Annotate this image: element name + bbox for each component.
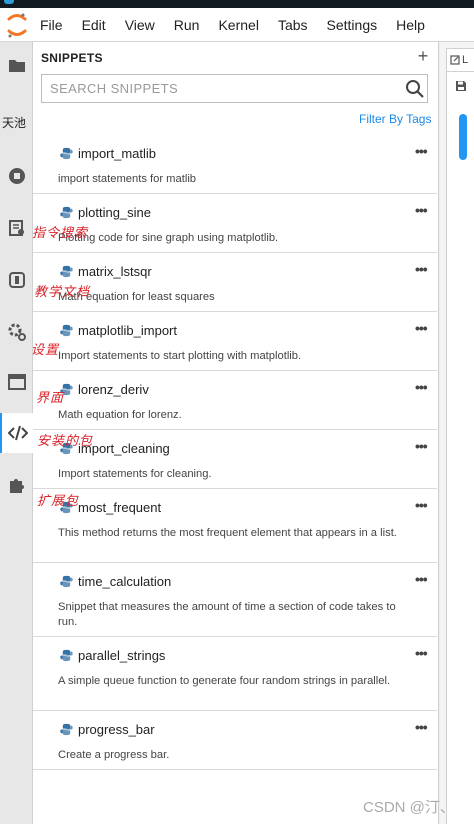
main-area: L <box>440 42 474 824</box>
menu-view[interactable]: View <box>125 17 155 33</box>
more-options-button[interactable]: ••• <box>415 320 428 336</box>
scrollbar-thumb[interactable] <box>459 114 467 160</box>
stop-circle-icon <box>8 168 25 184</box>
snippet-description: Math equation for lorenz. <box>58 409 182 421</box>
python-icon <box>60 147 73 160</box>
snippet-item[interactable]: time_calculation Snippet that measures t… <box>33 563 437 637</box>
menu-help[interactable]: Help <box>396 17 425 33</box>
folder-icon <box>8 60 25 72</box>
tianchi-label: 天池 <box>2 116 27 130</box>
watermark: CSDN @汀、 <box>363 799 455 816</box>
menu-settings[interactable]: Settings <box>327 17 378 33</box>
more-options-button[interactable]: ••• <box>415 719 428 735</box>
top-strip-accent <box>4 0 14 4</box>
window-icon <box>7 374 26 390</box>
command-palette-tab[interactable] <box>0 208 33 248</box>
more-options-button[interactable]: ••• <box>415 438 428 454</box>
snippet-description: Import statements for cleaning. <box>58 468 212 480</box>
docs-tab[interactable] <box>0 260 33 300</box>
snippet-name: progress_bar <box>78 722 155 737</box>
snippet-list: import_matlib import statements for matl… <box>33 135 437 770</box>
python-icon <box>60 324 73 337</box>
search-box <box>41 74 428 103</box>
snippet-item[interactable]: plotting_sine Plotting code for sine gra… <box>33 194 437 253</box>
palette-icon <box>8 220 24 236</box>
snippet-name: time_calculation <box>78 574 172 589</box>
activity-bar: 天池 <box>0 42 34 824</box>
annotation-settings: 设置 <box>31 343 60 358</box>
python-icon <box>60 649 73 662</box>
snippet-description: A simple queue function to generate four… <box>58 675 391 687</box>
more-options-button[interactable]: ••• <box>415 379 428 395</box>
snippet-name: import_matlib <box>78 146 157 161</box>
python-icon <box>60 723 73 736</box>
save-icon[interactable] <box>455 80 467 92</box>
annotation-extensions: 扩展包 <box>37 494 80 509</box>
file-browser-tab[interactable] <box>0 45 33 85</box>
python-icon <box>60 265 73 278</box>
snippet-description: This method returns the most frequent el… <box>58 527 397 539</box>
annotation-docs: 教学文档 <box>34 285 91 300</box>
extensions-tab[interactable] <box>0 465 33 505</box>
add-snippet-button[interactable]: + <box>413 45 433 67</box>
snippet-item[interactable]: most_frequent This method returns the mo… <box>33 489 437 563</box>
snippet-name: lorenz_deriv <box>78 382 149 397</box>
snippet-item[interactable]: parallel_strings A simple queue function… <box>33 637 437 711</box>
python-icon <box>60 575 73 588</box>
document-tab-label: L <box>462 54 469 66</box>
running-tab[interactable] <box>0 156 33 196</box>
filter-by-tags-link[interactable]: Filter By Tags <box>359 112 431 126</box>
menu-edit[interactable]: Edit <box>82 17 106 33</box>
snippets-tab[interactable] <box>0 413 34 453</box>
menu-tabs[interactable]: Tabs <box>278 17 308 33</box>
document-body <box>446 100 474 824</box>
snippet-description: import statements for matlib <box>58 173 197 185</box>
more-options-button[interactable]: ••• <box>415 571 428 587</box>
window-top-strip <box>0 0 474 8</box>
book-icon <box>8 272 25 288</box>
snippet-item[interactable]: matplotlib_import Import statements to s… <box>33 312 437 371</box>
snippet-item[interactable]: progress_bar Create a progress bar. ••• <box>33 711 437 770</box>
snippet-item[interactable]: import_cleaning Import statements for cl… <box>33 430 437 489</box>
snippet-description: Create a progress bar. <box>58 749 170 761</box>
snippet-item[interactable]: lorenz_deriv Math equation for lorenz. •… <box>33 371 437 430</box>
more-options-button[interactable]: ••• <box>415 202 428 218</box>
snippet-description: Plotting code for sine graph using matpl… <box>58 232 279 244</box>
annotation-interface: 界面 <box>36 391 65 406</box>
snippet-name: matrix_lstsqr <box>78 264 152 279</box>
snippet-name: plotting_sine <box>78 205 151 220</box>
launcher-icon <box>450 55 460 65</box>
jupyter-logo-icon <box>7 13 27 38</box>
menu-file[interactable]: File <box>40 17 63 33</box>
annotation-packages: 安装的包 <box>37 434 94 449</box>
snippet-name: matplotlib_import <box>78 323 177 338</box>
snippet-name: most_frequent <box>78 500 162 515</box>
puzzle-icon <box>9 479 24 493</box>
more-options-button[interactable]: ••• <box>415 143 428 159</box>
snippet-description: Import statements to start plotting with… <box>58 350 302 362</box>
menu-bar: File Edit View Run Kernel Tabs Settings … <box>0 8 474 42</box>
snippet-item[interactable]: import_matlib import statements for matl… <box>33 135 437 194</box>
gear-icon <box>8 323 26 341</box>
snippet-description: Snippet that measures the amount of time… <box>58 601 396 628</box>
snippet-item[interactable]: matrix_lstsqr Math equation for least sq… <box>33 253 437 312</box>
annotation-commands: 指令搜索 <box>32 226 89 241</box>
menu-run[interactable]: Run <box>174 17 200 33</box>
snippets-panel: SNIPPETS + Filter By Tags import_matlib … <box>33 42 439 824</box>
search-input[interactable] <box>42 75 397 102</box>
panel-title: SNIPPETS <box>41 51 103 65</box>
interface-tab[interactable] <box>0 362 33 402</box>
document-tab[interactable]: L <box>446 48 474 72</box>
search-icon[interactable] <box>405 79 425 99</box>
menu-kernel[interactable]: Kernel <box>218 17 258 33</box>
more-options-button[interactable]: ••• <box>415 497 428 513</box>
python-icon <box>60 206 73 219</box>
snippet-name: parallel_strings <box>78 648 166 663</box>
code-icon <box>8 425 28 441</box>
snippet-description: Math equation for least squares <box>58 291 215 303</box>
settings-tab[interactable] <box>0 312 33 352</box>
more-options-button[interactable]: ••• <box>415 261 428 277</box>
more-options-button[interactable]: ••• <box>415 645 428 661</box>
document-toolbar <box>446 72 474 100</box>
